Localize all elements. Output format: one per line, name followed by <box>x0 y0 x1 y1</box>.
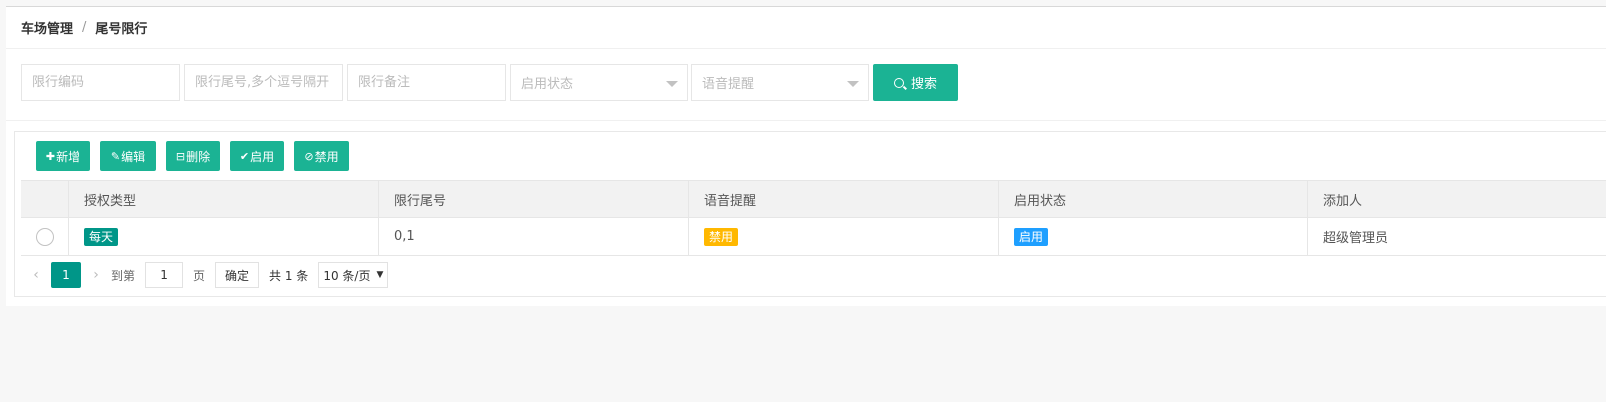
row-select-cell <box>21 218 69 255</box>
ban-icon: ⊘ <box>304 149 314 163</box>
cell-status: 启用 <box>999 218 1308 255</box>
next-page-icon[interactable]: › <box>81 267 111 283</box>
search-icon <box>893 77 904 88</box>
limit-tail-input[interactable] <box>184 64 343 101</box>
caret-down-icon <box>847 81 859 87</box>
header-tail-numbers: 限行尾号 <box>379 181 689 217</box>
filter-bar: 启用状态 语音提醒 搜索 <box>6 49 1606 121</box>
header-voice: 语音提醒 <box>689 181 999 217</box>
page-size-value: 10 条/页 <box>323 268 371 283</box>
chevron-down-icon: ▼ <box>376 270 384 280</box>
enable-button-label: 启用 <box>250 149 275 164</box>
cell-added-by: 超级管理员 <box>1323 231 1389 246</box>
auth-type-tag: 每天 <box>84 227 119 246</box>
plus-icon: ✚ <box>45 149 56 163</box>
add-button[interactable]: ✚ 新增 <box>36 141 90 171</box>
table-panel: ✚ 新增 ✎ 编辑 ⊟ 删除 ✔ 启用 ⊘ 禁用 授权类型 限行尾号 语音提醒 … <box>14 131 1606 297</box>
cell-auth-type: 每天 <box>69 218 379 255</box>
search-button-label: 搜索 <box>910 77 937 92</box>
cell-voice: 禁用 <box>689 218 999 255</box>
search-button[interactable]: 搜索 <box>873 64 958 101</box>
disable-button[interactable]: ⊘ 禁用 <box>294 141 349 171</box>
toolbar: ✚ 新增 ✎ 编辑 ⊟ 删除 ✔ 启用 ⊘ 禁用 <box>36 141 359 171</box>
pagination: ‹ 1 › 到第 页 确定 共 1 条 10 条/页 ▼ <box>21 256 389 294</box>
status-select[interactable]: 启用状态 <box>510 64 688 101</box>
table-row[interactable]: 每天 0,1 禁用 启用 超级管理员 <box>21 218 1606 256</box>
limit-code-input[interactable] <box>21 64 180 101</box>
goto-page-input[interactable] <box>145 262 184 288</box>
cell-tail-numbers: 0,1 <box>379 218 689 255</box>
voice-select-placeholder: 语音提醒 <box>702 77 755 92</box>
delete-button[interactable]: ⊟ 删除 <box>166 141 220 171</box>
page-suffix: 页 <box>193 268 206 283</box>
goto-confirm-button[interactable]: 确定 <box>215 262 260 288</box>
breadcrumb-current: 尾号限行 <box>95 22 148 37</box>
current-page[interactable]: 1 <box>51 262 81 288</box>
prev-page-icon[interactable]: ‹ <box>21 267 51 283</box>
header-status: 启用状态 <box>999 181 1308 217</box>
data-table: 授权类型 限行尾号 语音提醒 启用状态 添加人 每天 0,1 禁用 启用 超级管… <box>21 180 1606 256</box>
header-auth-type: 授权类型 <box>69 181 379 217</box>
breadcrumb-separator: / <box>82 20 87 35</box>
edit-icon: ✎ <box>110 149 121 163</box>
row-radio[interactable] <box>35 227 54 246</box>
status-select-placeholder: 启用状态 <box>521 77 574 92</box>
breadcrumb: 车场管理 / 尾号限行 <box>6 7 1606 49</box>
edit-button-label: 编辑 <box>121 149 146 164</box>
limit-remark-input[interactable] <box>347 64 506 101</box>
header-added-by: 添加人 <box>1323 193 1363 209</box>
table-header: 授权类型 限行尾号 语音提醒 启用状态 添加人 <box>21 180 1606 218</box>
add-button-label: 新增 <box>56 149 81 164</box>
check-circle-icon: ✔ <box>239 149 250 163</box>
edit-button[interactable]: ✎ 编辑 <box>100 141 156 171</box>
page-size-select[interactable]: 10 条/页 ▼ <box>318 262 389 288</box>
enable-button[interactable]: ✔ 启用 <box>230 141 284 171</box>
header-select-cell <box>21 181 69 217</box>
delete-button-label: 删除 <box>186 149 211 164</box>
disable-button-label: 禁用 <box>314 149 339 164</box>
goto-label: 到第 <box>111 268 136 283</box>
caret-down-icon <box>666 81 678 87</box>
main-card: 车场管理 / 尾号限行 启用状态 语音提醒 搜索 ✚ 新增 ✎ 编辑 <box>6 6 1606 306</box>
status-tag: 启用 <box>1014 227 1049 246</box>
voice-select[interactable]: 语音提醒 <box>691 64 869 101</box>
breadcrumb-parent[interactable]: 车场管理 <box>21 18 73 37</box>
trash-icon: ⊟ <box>175 149 186 163</box>
total-count: 共 1 条 <box>269 268 309 283</box>
voice-tag: 禁用 <box>704 227 739 246</box>
